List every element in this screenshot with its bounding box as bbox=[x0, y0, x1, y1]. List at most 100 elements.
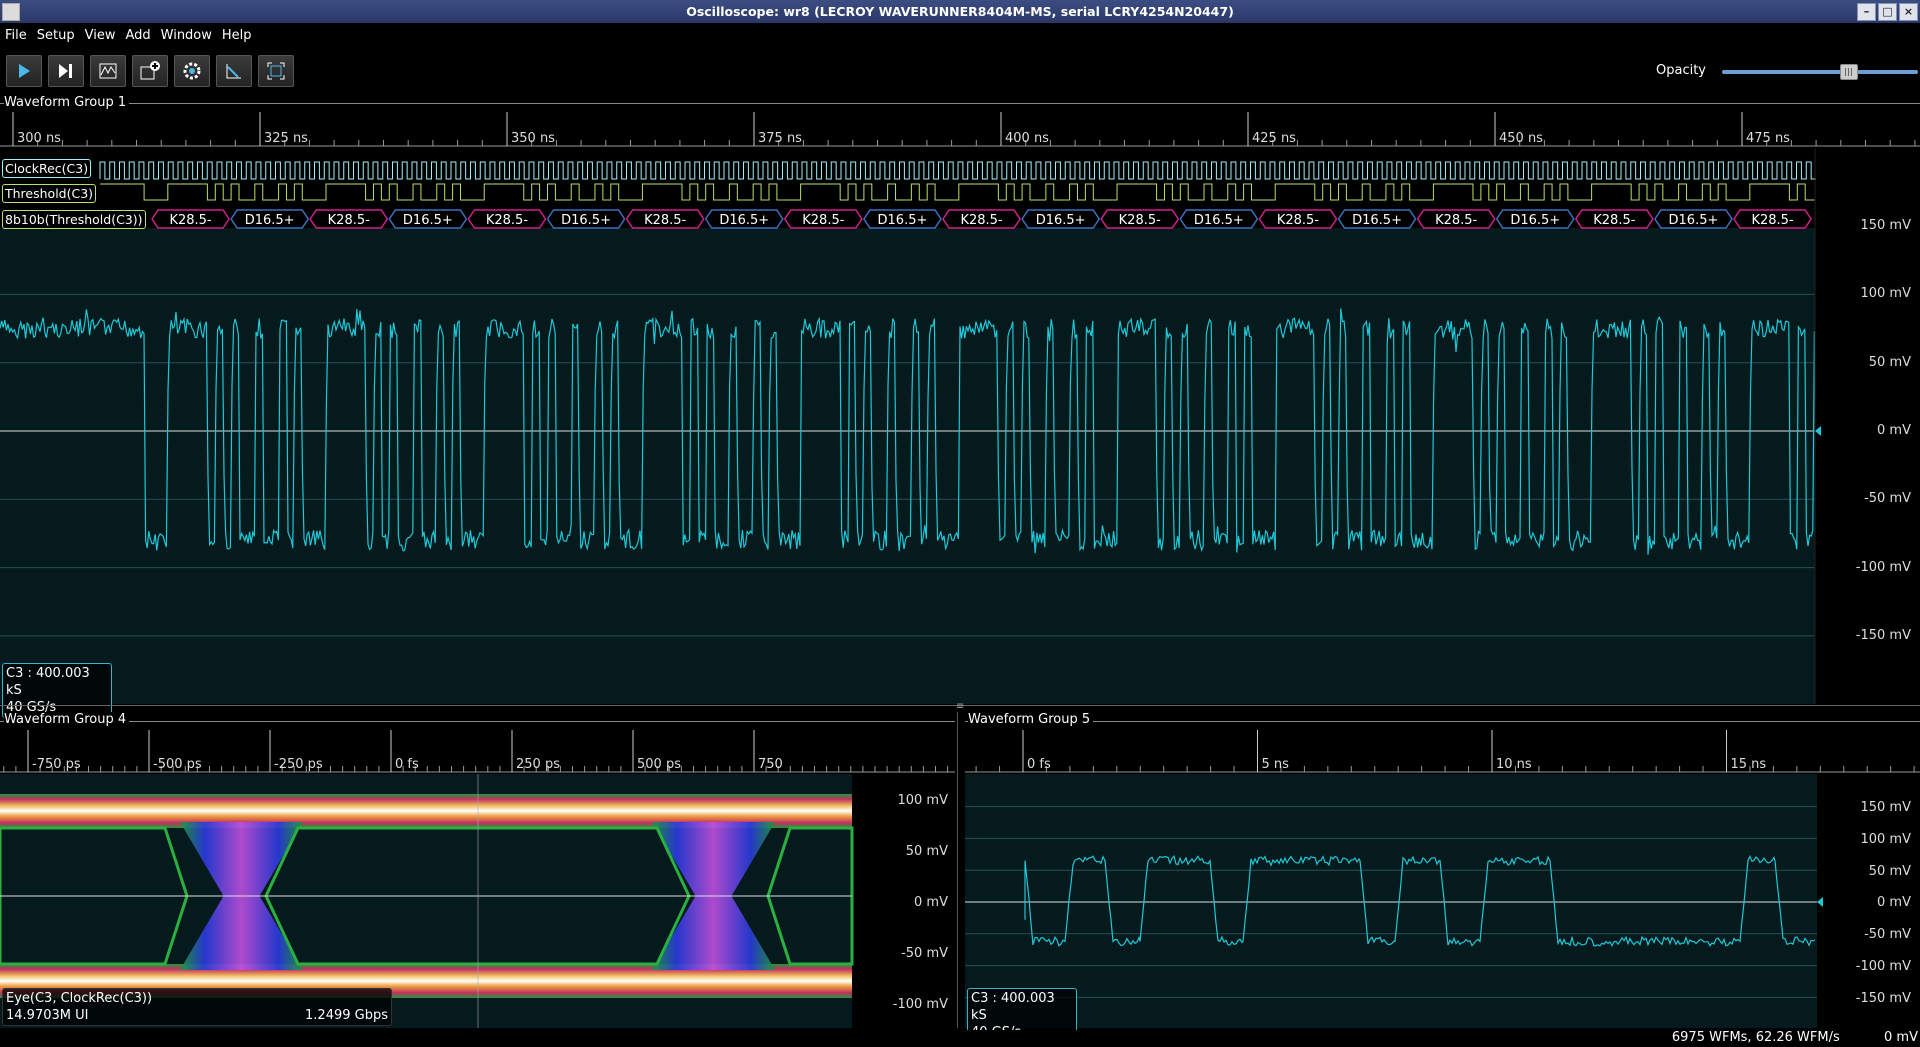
g5-volt-label: 150 mV bbox=[1860, 800, 1911, 815]
g1-volt-label: -100 mV bbox=[1855, 559, 1911, 575]
g4-time-tick-label: 0 fs bbox=[395, 757, 419, 772]
g5-time-tick-label: 10 ns bbox=[1496, 757, 1532, 772]
symbol-label: K28.5- bbox=[1435, 213, 1477, 228]
status-bar: 6975 WFMs, 62.26 WFM/s 0 mV bbox=[0, 1030, 1920, 1047]
symbol-label: K28.5- bbox=[644, 213, 686, 228]
symbol-label: D16.5+ bbox=[1510, 213, 1560, 228]
g4-time-tick-label: -750 ps bbox=[32, 757, 81, 772]
g4-time-tick-label: -250 ps bbox=[274, 757, 323, 772]
g4-time-tick-label: 250 ps bbox=[516, 757, 560, 772]
g5-volt-label: 50 mV bbox=[1868, 863, 1911, 879]
waveform-button[interactable] bbox=[90, 55, 126, 87]
add-waveform-icon bbox=[140, 61, 160, 80]
group5-title: Waveform Group 5 bbox=[968, 712, 1094, 727]
8b10b-label[interactable]: 8b10b(Threshold(C3)) bbox=[2, 210, 146, 229]
eye-info[interactable]: Eye(C3, ClockRec(C3)) 14.9703M UI 1.2499… bbox=[2, 988, 392, 1026]
settings-button[interactable] bbox=[174, 55, 210, 87]
group1-channel-info[interactable]: C3 : 400.003 kS 40 GS/s bbox=[2, 663, 112, 718]
g4-time-tick-label: 500 ps bbox=[637, 757, 681, 772]
symbol-label: D16.5+ bbox=[561, 213, 611, 228]
symbol-label: D16.5+ bbox=[245, 213, 295, 228]
single-trigger-button[interactable] bbox=[48, 55, 84, 87]
symbol-label: D16.5+ bbox=[1669, 213, 1719, 228]
group5-time-axis[interactable]: 0 fs 5 ns 10 ns 15 ns bbox=[965, 730, 1920, 774]
menu-add[interactable]: Add bbox=[120, 23, 155, 49]
group4-time-axis[interactable]: -750 ps -500 ps -250 ps 0 fs 250 ps 500 ps 750 bbox=[0, 730, 955, 774]
g1-time-tick-label: 425 ns bbox=[1252, 131, 1296, 146]
group1-title: Waveform Group 1 bbox=[4, 95, 130, 110]
menu-window[interactable]: Window bbox=[156, 23, 217, 49]
g5-volt-label: 100 mV bbox=[1860, 831, 1911, 847]
opacity-slider[interactable] bbox=[1722, 70, 1918, 74]
menu-help[interactable]: Help bbox=[217, 23, 257, 49]
g5-background bbox=[965, 774, 1817, 1028]
g4-volt-label: 100 mV bbox=[897, 793, 948, 808]
splitter-vertical[interactable] bbox=[957, 712, 958, 1028]
g1-time-tick-label: 450 ns bbox=[1499, 131, 1543, 146]
group1-frame bbox=[0, 103, 1920, 104]
toolbar: Opacity bbox=[0, 50, 1920, 92]
menu-setup[interactable]: Setup bbox=[32, 23, 80, 49]
window-menu-icon[interactable] bbox=[2, 3, 20, 21]
add-measurement-button[interactable] bbox=[132, 55, 168, 87]
g4-time-tick-label: -500 ps bbox=[153, 757, 202, 772]
g1-time-tick-label: 375 ns bbox=[758, 131, 802, 146]
g1-volt-label: -50 mV bbox=[1864, 491, 1911, 507]
g4-volt-label: 0 mV bbox=[914, 895, 948, 910]
menu-file[interactable]: File bbox=[0, 23, 32, 49]
g1-time-tick-label: 400 ns bbox=[1005, 131, 1049, 146]
threshold-trace bbox=[100, 183, 1815, 201]
g5-volt-label: -100 mV bbox=[1855, 959, 1911, 974]
status-cursor-value: 0 mV bbox=[1884, 1030, 1918, 1045]
symbol-label: K28.5- bbox=[1593, 213, 1635, 228]
symbol-label: K28.5- bbox=[328, 213, 370, 228]
title-bar: Oscilloscope: wr8 (LECROY WAVERUNNER8404… bbox=[0, 0, 1920, 23]
symbol-label: K28.5- bbox=[1119, 213, 1161, 228]
menu-view[interactable]: View bbox=[80, 23, 121, 49]
group4-title: Waveform Group 4 bbox=[4, 712, 130, 727]
threshold-label[interactable]: Threshold(C3) bbox=[2, 184, 97, 203]
cursor-button[interactable] bbox=[216, 55, 252, 87]
g5-time-tick-label: 15 ns bbox=[1731, 757, 1767, 772]
group1-plot[interactable]: K28.5- D16.5+ K28.5- D16.5+ K28.5- D16.5+ K28.… bbox=[0, 148, 1920, 704]
group5-plot[interactable] bbox=[965, 774, 1920, 1028]
g1-time-tick-label: 475 ns bbox=[1746, 131, 1790, 146]
symbol-label: D16.5+ bbox=[1352, 213, 1402, 228]
symbol-label: K28.5- bbox=[1751, 213, 1793, 228]
splitter-handle-icon[interactable]: ≡ bbox=[956, 701, 964, 712]
symbol-label: D16.5+ bbox=[878, 213, 928, 228]
g5-volt-label: -150 mV bbox=[1855, 990, 1911, 1006]
symbol-label: D16.5+ bbox=[1194, 213, 1244, 228]
clockrec-trace bbox=[99, 161, 1816, 180]
g1-volt-label: 150 mV bbox=[1860, 218, 1911, 233]
fullscreen-icon bbox=[267, 62, 285, 80]
cursor-icon bbox=[226, 64, 241, 79]
menu-bar: File Setup View Add Window Help bbox=[0, 23, 1920, 49]
symbol-label: K28.5- bbox=[802, 213, 844, 228]
window-title: Oscilloscope: wr8 (LECROY WAVERUNNER8404… bbox=[686, 4, 1234, 19]
clockrec-label[interactable]: ClockRec(C3) bbox=[2, 159, 92, 178]
group5-channel-samples: C3 : 400.003 kS bbox=[971, 991, 1055, 1023]
eye-bitrate: 1.2499 Gbps bbox=[305, 1008, 388, 1023]
minimize-button[interactable]: – bbox=[1857, 3, 1876, 21]
g4-volt-label: 50 mV bbox=[905, 844, 948, 859]
fullscreen-button[interactable] bbox=[258, 55, 294, 87]
gear-icon bbox=[183, 62, 201, 80]
opacity-label: Opacity bbox=[1656, 63, 1707, 78]
g1-volt-label: 100 mV bbox=[1860, 286, 1911, 302]
group1-time-axis[interactable]: 300 ns 325 ns 350 ns 375 ns 400 ns 425 ns 450 … bbox=[0, 112, 1920, 148]
step-icon bbox=[59, 64, 72, 78]
g1-volt-label: 50 mV bbox=[1868, 354, 1911, 370]
close-button[interactable]: × bbox=[1899, 3, 1918, 21]
group5-frame bbox=[965, 721, 1920, 722]
symbol-label: K28.5- bbox=[486, 213, 528, 228]
maximize-button[interactable]: □ bbox=[1878, 3, 1897, 21]
g4-volt-label: -100 mV bbox=[892, 997, 948, 1012]
opacity-slider-thumb[interactable] bbox=[1840, 64, 1858, 80]
start-trigger-button[interactable] bbox=[6, 55, 42, 87]
g4-volt-label: -50 mV bbox=[901, 946, 948, 961]
g1-time-tick-label: 325 ns bbox=[264, 131, 308, 146]
waveform-icon bbox=[99, 63, 117, 79]
g1-volt-label: -150 mV bbox=[1855, 627, 1911, 643]
status-wfm-rate: 6975 WFMs, 62.26 WFM/s bbox=[1671, 1030, 1840, 1045]
